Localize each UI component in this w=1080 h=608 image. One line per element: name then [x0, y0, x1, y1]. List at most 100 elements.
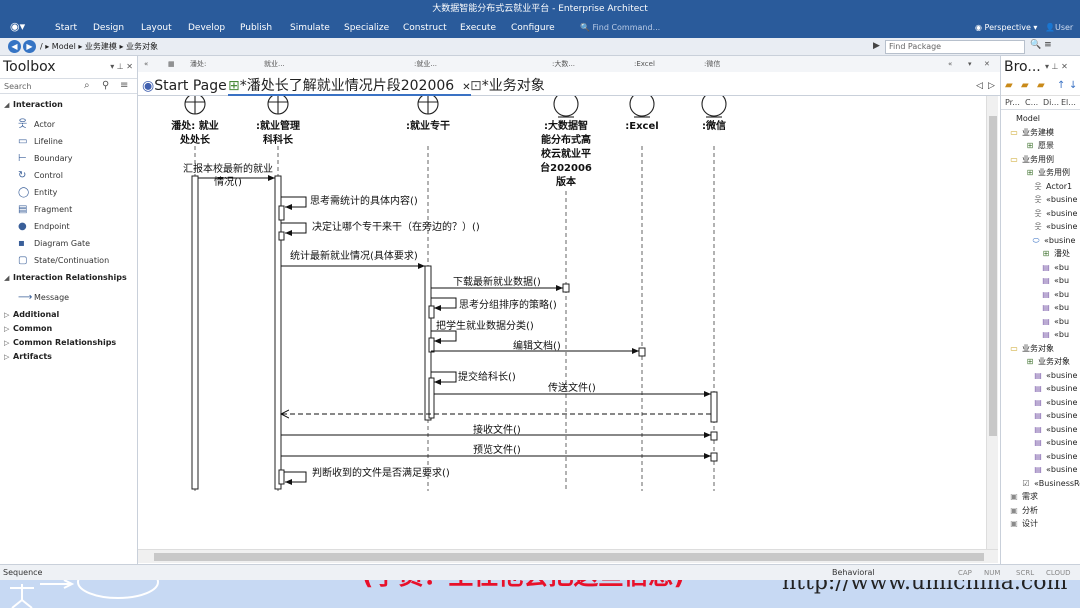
tree-item[interactable]: ▣ 分析 [1001, 504, 1080, 518]
breadcrumb[interactable]: / ▸ Model ▸ 业务建模 ▸ 业务对象 [40, 38, 158, 56]
new-package-icon[interactable]: ▰ [1005, 80, 1013, 91]
toolbox-item-message[interactable]: ⟶ Message [0, 289, 137, 306]
menu-icon[interactable]: ≡ [120, 80, 128, 91]
tab-business-objects[interactable]: ⊡*业务对象 [470, 76, 545, 96]
activation-bar[interactable] [274, 175, 282, 490]
activation-bar[interactable] [278, 231, 285, 241]
message-label[interactable]: 传送文件() [548, 379, 596, 394]
toolbox-search[interactable]: Search ⌕ ⚲ ≡ [0, 78, 137, 94]
tree-item[interactable]: ⊞ 业务对象 [1001, 355, 1080, 369]
tree-item[interactable]: ▤ «busine [1001, 409, 1080, 423]
tree-item[interactable]: ▤ «bu [1001, 328, 1080, 342]
find-icon[interactable]: ⚲ [102, 80, 109, 91]
toolbox-item-diagram-gate[interactable]: ▪ Diagram Gate [0, 235, 137, 252]
collapse-icon[interactable]: « [948, 56, 952, 72]
scroll-thumb[interactable] [989, 116, 997, 436]
tree-item[interactable]: ▤ «busine [1001, 450, 1080, 464]
activation-bar[interactable] [278, 205, 285, 221]
subtab-project[interactable]: Pr... [1005, 96, 1020, 110]
entity-icon-wechat[interactable] [701, 96, 727, 117]
menu-simulate[interactable]: Simulate [290, 18, 330, 38]
search-icon[interactable]: 🔍 ≡ [1030, 40, 1052, 50]
message-label[interactable]: 预览文件() [473, 441, 521, 456]
message-label[interactable]: 汇报本校最新的就业 情况() [178, 163, 278, 189]
activation-bar[interactable] [428, 337, 435, 353]
message-label[interactable]: 判断收到的文件是否满足要求() [312, 464, 450, 479]
menu-layout[interactable]: Layout [141, 18, 172, 38]
subtab-element[interactable]: El... [1061, 96, 1076, 110]
back-icon[interactable]: ◀ [8, 40, 21, 53]
entity-icon-platform[interactable] [553, 96, 579, 117]
toolbox-group-artifacts[interactable]: ▷ Artifacts [0, 350, 137, 364]
self-message-arrow[interactable] [281, 196, 307, 210]
lifeline-name-section-chief[interactable]: :就业管理 科科长 [243, 120, 313, 148]
new-element-icon[interactable]: ▰ [1037, 80, 1045, 91]
lifeline-name-platform[interactable]: :大数据智 能分布式高 校云就业平 台202006 版本 [531, 120, 601, 190]
tree-item[interactable]: ⬭ «busine [1001, 234, 1080, 248]
tree-item[interactable]: ⊞ 业务用例 [1001, 166, 1080, 180]
self-message-arrow[interactable] [281, 222, 307, 236]
message-label[interactable]: 编辑文档() [513, 337, 561, 352]
menu-construct[interactable]: Construct [403, 18, 447, 38]
move-down-icon[interactable]: ↓ [1069, 80, 1077, 91]
activation-bar[interactable] [638, 347, 646, 357]
user-button[interactable]: 👤User [1045, 18, 1073, 38]
close-icon[interactable]: ✕ [984, 56, 990, 72]
message-label[interactable]: 下载最新就业数据() [453, 273, 541, 288]
find-command-input[interactable]: 🔍 Find Command... [580, 21, 690, 35]
menu-design[interactable]: Design [93, 18, 124, 38]
new-diagram-icon[interactable]: ▰ [1021, 80, 1029, 91]
tree-item[interactable]: ▤ «busine [1001, 369, 1080, 383]
tab-sequence-diagram[interactable]: ⊞*潘处长了解就业情况片段202006 ✕ [228, 76, 471, 96]
panel-controls-icon[interactable]: ▾ ⊥ ✕ [1045, 56, 1068, 78]
lifeline-name-pan[interactable]: 潘处: 就业 处处长 [160, 120, 230, 148]
tree-item[interactable]: ▤ «busine [1001, 396, 1080, 410]
message-label[interactable]: 统计最新就业情况(具体要求) [290, 247, 418, 262]
tree-item[interactable]: 웃 «busine [1001, 220, 1080, 234]
tree-item[interactable]: ⊞ 潘处 [1001, 247, 1080, 261]
search-icon[interactable]: ⌕ [84, 80, 90, 91]
menu-publish[interactable]: Publish [240, 18, 272, 38]
sequence-diagram-canvas[interactable]: 潘处: 就业 处处长 :就业管理 科科长 :就业专干 :大数据智 能分布式高 校… [138, 96, 986, 549]
tree-item[interactable]: 웃 «busine [1001, 207, 1080, 221]
forward-icon[interactable]: ▶ [23, 40, 36, 53]
dropdown-icon[interactable]: ▾ [968, 56, 972, 72]
entity-icon-excel[interactable] [629, 96, 655, 117]
toolbox-group-interaction[interactable]: ◢ Interaction [0, 98, 137, 112]
menu-develop[interactable]: Develop [188, 18, 225, 38]
activation-bar[interactable] [428, 377, 435, 419]
tree-item[interactable]: ▤ «busine [1001, 436, 1080, 450]
toolbox-item-boundary[interactable]: ⊢ Boundary [0, 150, 137, 167]
toolbox-group-additional[interactable]: ▷ Additional [0, 308, 137, 322]
self-message-arrow[interactable] [431, 371, 457, 385]
tab-scroll-right-icon[interactable]: ▷ [988, 76, 995, 96]
tree-item[interactable]: ▤ «bu [1001, 301, 1080, 315]
panel-controls-icon[interactable]: ▾ ⊥ ✕ [110, 56, 133, 78]
tree-item[interactable]: ▤ «busine [1001, 463, 1080, 477]
activation-bar[interactable] [710, 391, 718, 423]
subtab-context[interactable]: C... [1025, 96, 1038, 110]
tree-item[interactable]: ▣ 设计 [1001, 517, 1080, 531]
tree-item[interactable]: ▭ 业务用例 [1001, 153, 1080, 167]
app-menu-icon[interactable]: ◉▾ [10, 20, 32, 36]
menu-start[interactable]: Start [55, 18, 77, 38]
toolbox-item-control[interactable]: ↻ Control [0, 167, 137, 184]
tree-item[interactable]: Model [1001, 112, 1080, 126]
tree-item[interactable]: ▭ 业务建模 [1001, 126, 1080, 140]
lifeline-name-excel[interactable]: :Excel [612, 120, 672, 134]
activation-bar[interactable] [710, 452, 718, 462]
scroll-thumb[interactable] [154, 553, 984, 561]
menu-configure[interactable]: Configure [511, 18, 555, 38]
vertical-scrollbar[interactable] [986, 96, 998, 549]
lifeline-name-specialist[interactable]: :就业专干 [393, 120, 463, 134]
toolbox-item-endpoint[interactable]: ● Endpoint [0, 218, 137, 235]
toolbox-group-common[interactable]: ▷ Common [0, 322, 137, 336]
self-message-arrow[interactable] [431, 297, 457, 311]
toolbox-item-fragment[interactable]: ▤ Fragment [0, 201, 137, 218]
find-package-input[interactable]: Find Package [885, 40, 1025, 54]
horizontal-scrollbar[interactable] [138, 549, 998, 563]
menu-execute[interactable]: Execute [460, 18, 496, 38]
tree-item[interactable]: ▣ 需求 [1001, 490, 1080, 504]
toolbox-group-interaction-relationships[interactable]: ◢ Interaction Relationships [0, 271, 137, 285]
activation-bar[interactable] [428, 305, 435, 319]
